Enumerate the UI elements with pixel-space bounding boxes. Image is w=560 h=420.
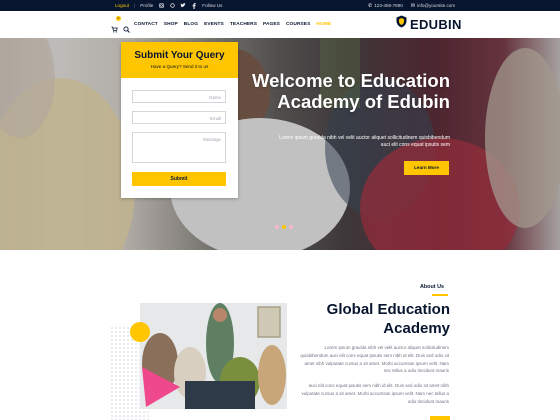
logout-link[interactable]: Logout	[115, 3, 129, 8]
phone-icon: ✆	[368, 2, 373, 9]
nav-shop[interactable]: SHOP	[164, 22, 178, 27]
logo-text: EDUBIN	[410, 16, 462, 32]
follow-us-text: Follow Us	[202, 3, 223, 8]
about-paragraph-2: auci elit cons equat ipsutis sem nibh id…	[301, 383, 449, 404]
cart-count-badge: 0	[116, 16, 121, 21]
google-plus-icon[interactable]	[169, 3, 175, 9]
twitter-icon[interactable]	[180, 3, 187, 9]
top-bar-left: Logout | Profile Follow Us	[115, 0, 222, 11]
pink-triangle-decoration	[142, 367, 180, 407]
learn-more-button[interactable]: Learn More	[404, 161, 449, 175]
facebook-icon[interactable]	[191, 2, 197, 9]
phone-text: 123-456-7890	[374, 2, 403, 8]
query-form-header: Submit Your Query Have a Query? Send it …	[121, 42, 238, 78]
phone-contact[interactable]: ✆ 123-456-7890	[368, 3, 403, 9]
mail-icon: ✉	[410, 2, 416, 9]
query-form-subtitle: Have a Query? Send it to us	[150, 64, 209, 69]
cart-icon[interactable]	[111, 20, 118, 33]
slider-dot-3[interactable]	[289, 225, 293, 229]
nav-events[interactable]: EVENTS	[204, 22, 224, 27]
email-input[interactable]: Email	[132, 111, 226, 124]
about-title: Global Education Academy	[326, 301, 450, 337]
query-form-title: Submit Your Query	[134, 50, 225, 61]
hero-title: Welcome to Education Academy of Edubin	[251, 70, 450, 112]
hero-description: Lorem ipsum gravida nibh vel velit aucto…	[279, 135, 450, 148]
instagram-icon[interactable]	[158, 3, 164, 9]
about-underline	[432, 294, 448, 296]
nav-contact[interactable]: CONTACT	[134, 22, 158, 27]
yellow-circle-decoration	[130, 322, 150, 342]
about-image-group	[110, 302, 290, 420]
top-bar-right: ✆ 123-456-7890 ✉ info@yoursite.com	[368, 0, 455, 11]
message-textarea[interactable]: Message	[132, 132, 226, 163]
email-text: info@yoursite.com	[417, 2, 456, 8]
logo-shield-icon	[396, 15, 407, 33]
name-input[interactable]: Name	[132, 90, 226, 103]
nav-home[interactable]: HOME	[316, 22, 331, 27]
nav-courses[interactable]: COURSES	[286, 22, 310, 27]
about-paragraph-1: Lorem ipsum gravida nibh vel velit aucto…	[300, 345, 449, 374]
slider-dots	[275, 225, 293, 229]
top-bar: Logout | Profile Follow Us ✆ 123-456-7890…	[0, 0, 560, 11]
nav-blog[interactable]: BLOG	[184, 22, 198, 27]
about-label: About Us	[420, 284, 444, 290]
nav-teachers[interactable]: TEACHERS	[230, 22, 257, 27]
main-nav: CONTACT SHOP BLOG EVENTS TEACHERS PAGES …	[134, 11, 331, 38]
profile-link[interactable]: Profile	[140, 3, 153, 8]
divider: |	[134, 3, 136, 8]
site-logo[interactable]: EDUBIN	[396, 15, 462, 33]
query-form-card: Submit Your Query Have a Query? Send it …	[121, 42, 238, 198]
submit-button[interactable]: Submit	[132, 172, 226, 186]
email-contact[interactable]: ✉ info@yoursite.com	[411, 3, 455, 9]
nav-pages[interactable]: PAGES	[263, 22, 280, 27]
slider-dot-2[interactable]	[282, 225, 286, 229]
hero-slider: Submit Your Query Have a Query? Send it …	[0, 38, 560, 250]
slider-dot-1[interactable]	[275, 225, 279, 229]
about-read-more-bar[interactable]	[430, 416, 450, 420]
main-header: 0 CONTACT SHOP BLOG EVENTS TEACHERS PAGE…	[0, 11, 560, 38]
search-icon[interactable]	[123, 20, 130, 33]
